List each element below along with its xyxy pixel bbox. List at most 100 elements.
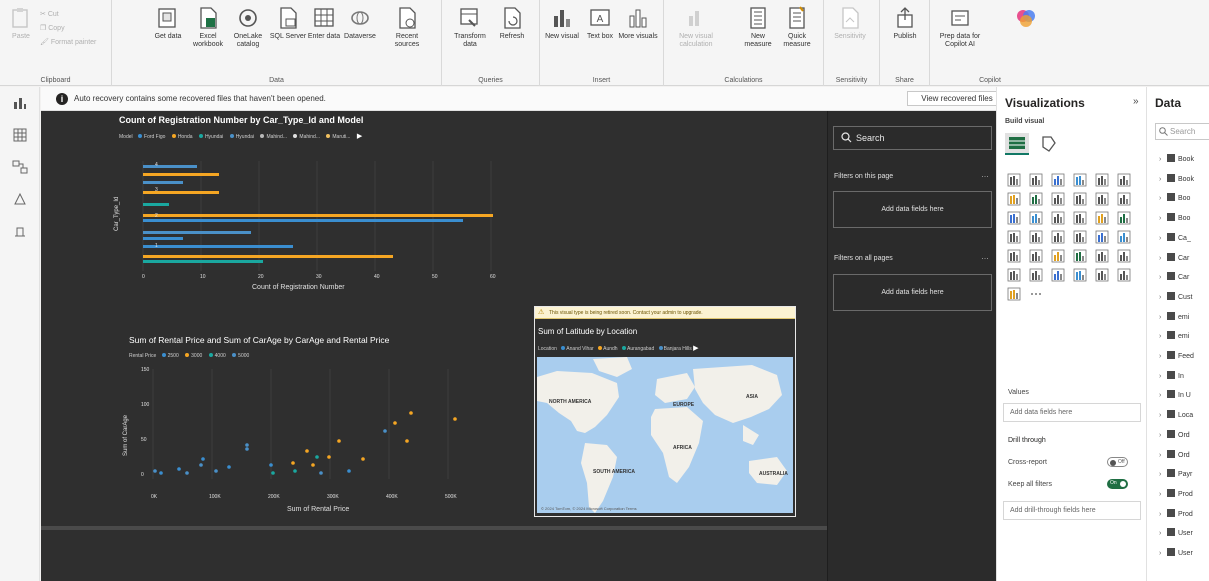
get-data-button[interactable]: Get data — [148, 6, 188, 41]
recent-sources-button[interactable]: Recent sources — [387, 6, 427, 49]
data-table-item[interactable]: › Car — [1159, 272, 1189, 284]
paginated-icon[interactable] — [1073, 268, 1087, 282]
expand-icon[interactable]: » — [1133, 96, 1139, 107]
data-table-item[interactable]: › emi — [1159, 311, 1189, 324]
gauge-icon[interactable] — [1073, 230, 1087, 244]
legend-item[interactable]: Mahind... — [293, 134, 320, 140]
waterfall-icon[interactable] — [1007, 211, 1021, 225]
clustered-bar-icon[interactable] — [1051, 173, 1065, 187]
data-table-item[interactable]: › User — [1159, 528, 1193, 540]
page-filter-drop-zone[interactable]: Add data fields here — [833, 191, 992, 228]
map-visual[interactable]: ⚠ This visual type is being retired soon.… — [534, 306, 796, 517]
card-icon[interactable] — [1095, 230, 1109, 244]
bar[interactable] — [143, 231, 251, 234]
view-recovered-files-button[interactable]: View recovered files — [907, 91, 1007, 106]
data-table-item[interactable]: › Book — [1159, 173, 1194, 186]
line-column-icon[interactable] — [1073, 192, 1087, 206]
bar[interactable] — [143, 237, 183, 240]
legend-item[interactable]: 3000 — [185, 353, 202, 359]
scatter-point[interactable] — [177, 467, 181, 471]
legend-item[interactable]: Anand Vihar — [558, 346, 594, 352]
scatter-point[interactable] — [453, 417, 457, 421]
scatter-point[interactable] — [337, 439, 341, 443]
map-icon[interactable] — [1007, 230, 1021, 244]
legend-item[interactable]: Hyundai — [198, 134, 223, 140]
stacked-area-icon[interactable] — [1051, 192, 1065, 206]
build-visual-tab[interactable] — [1005, 133, 1029, 155]
data-table-item[interactable]: › Cust — [1159, 291, 1192, 304]
scatter-point[interactable] — [361, 457, 365, 461]
scatter-point[interactable] — [383, 429, 387, 433]
paste-button[interactable]: Paste — [6, 6, 36, 41]
cross-report-toggle[interactable]: Off — [1107, 457, 1128, 467]
bar[interactable] — [143, 203, 169, 206]
trophy-icon[interactable] — [1095, 268, 1109, 282]
legend-next-icon[interactable]: ▶ — [693, 345, 698, 352]
slicer-icon[interactable] — [1007, 249, 1021, 263]
scatter-point[interactable] — [409, 411, 413, 415]
line-clustered-icon[interactable] — [1095, 192, 1109, 206]
all-pages-filter-drop-zone[interactable]: Add data fields here — [833, 274, 992, 311]
scatter-point[interactable] — [327, 455, 331, 459]
drill-through-drop-zone[interactable]: Add drill-through fields here — [1003, 501, 1141, 520]
report-canvas[interactable]: Count of Registration Number by Car_Type… — [41, 111, 827, 581]
bar[interactable] — [143, 219, 463, 222]
scatter-point[interactable] — [199, 463, 203, 467]
filters-search-input[interactable]: Search — [833, 126, 992, 150]
funnel-icon[interactable] — [1029, 211, 1043, 225]
keep-all-filters-toggle[interactable]: On — [1107, 479, 1128, 489]
data-table-item[interactable]: › emi — [1159, 331, 1189, 343]
quick-measure-button[interactable]: Quick measure — [777, 6, 817, 49]
data-table-item[interactable]: › In — [1159, 370, 1184, 383]
bar[interactable] — [143, 165, 197, 168]
table-icon[interactable] — [1029, 249, 1043, 263]
qa-icon[interactable] — [1029, 268, 1043, 282]
legend-item[interactable]: Aundh — [595, 346, 618, 352]
scatter-point[interactable] — [269, 463, 273, 467]
more-visuals-button[interactable]: More visuals — [618, 6, 658, 41]
new-visual-button[interactable]: New visual — [542, 6, 582, 41]
legend-item[interactable]: Ford Figo — [138, 134, 165, 140]
data-table-item[interactable]: › In U — [1159, 390, 1191, 402]
legend-item[interactable]: Aurangabad — [619, 346, 654, 352]
prep-data-copilot-button[interactable]: Prep data for Copilot AI — [932, 6, 988, 49]
scatter-point[interactable] — [305, 449, 309, 453]
kpi-icon[interactable] — [1117, 230, 1131, 244]
bar-chart-visual[interactable]: Count of Registration Number by Car_Type… — [111, 111, 511, 301]
r-visual-icon[interactable] — [1073, 249, 1087, 263]
bar[interactable] — [143, 255, 393, 258]
scatter-point[interactable] — [293, 469, 297, 473]
more-options-icon[interactable]: … — [981, 170, 989, 179]
scatter-point[interactable] — [201, 457, 205, 461]
legend-item[interactable]: Mahind... — [260, 134, 287, 140]
data-table-item[interactable]: › Car — [1159, 252, 1189, 265]
publish-button[interactable]: Publish — [885, 6, 925, 41]
data-table-item[interactable]: › Feed — [1159, 351, 1194, 363]
matrix-icon[interactable] — [1051, 249, 1065, 263]
azure-map-icon[interactable] — [1051, 230, 1065, 244]
data-table-item[interactable]: › Boo — [1159, 193, 1190, 205]
more-visuals-icon[interactable] — [1029, 287, 1043, 301]
bar[interactable] — [143, 260, 263, 263]
legend-item[interactable]: Hyundai — [229, 134, 254, 140]
data-table-item[interactable]: › Prod — [1159, 508, 1193, 521]
transform-data-button[interactable]: Transform data — [450, 6, 490, 49]
clustered-column-icon[interactable] — [1073, 173, 1087, 187]
bar[interactable] — [143, 214, 493, 217]
scatter-point[interactable] — [245, 447, 249, 451]
scatter-point[interactable] — [393, 421, 397, 425]
legend-item[interactable]: 5000 — [232, 353, 249, 359]
ribbon-icon[interactable] — [1117, 192, 1131, 206]
scatter-point[interactable] — [159, 471, 163, 475]
power-apps-icon[interactable] — [1117, 268, 1131, 282]
data-table-item[interactable]: › Boo — [1159, 213, 1190, 225]
scatter-point[interactable] — [214, 469, 218, 473]
legend-item[interactable]: Maruti... — [326, 134, 350, 140]
scatter-point[interactable] — [405, 439, 409, 443]
legend-item[interactable]: 2500 — [161, 353, 179, 359]
area-icon[interactable] — [1029, 192, 1043, 206]
data-table-item[interactable]: › Ca_ — [1159, 232, 1191, 245]
narrative-icon[interactable] — [1051, 268, 1065, 282]
new-measure-button[interactable]: New measure — [738, 6, 778, 49]
enter-data-button[interactable]: Enter data — [304, 6, 344, 41]
